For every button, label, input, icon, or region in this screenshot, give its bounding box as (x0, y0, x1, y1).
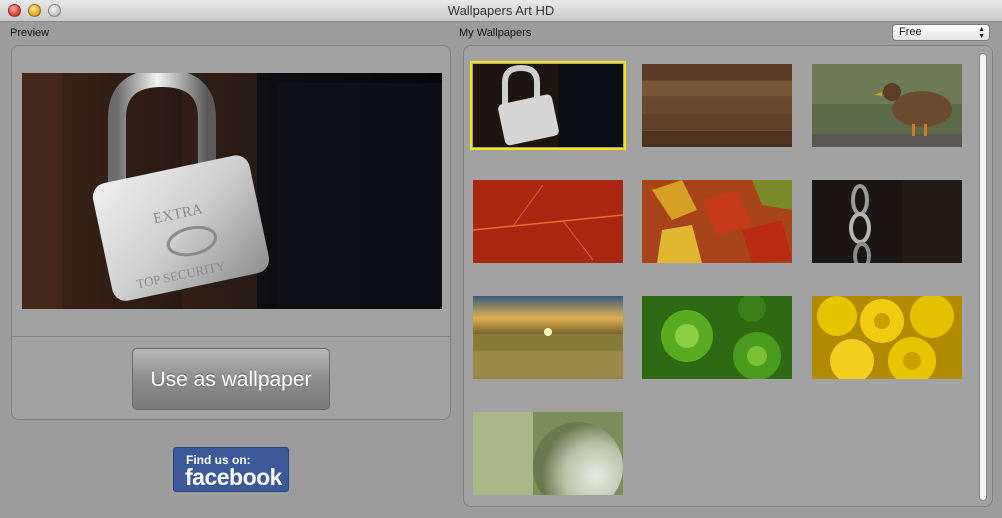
title-bar: Wallpapers Art HD (0, 0, 1002, 22)
wallpaper-thumb-autumn-leaves[interactable] (642, 180, 792, 263)
wallpaper-thumb-wood-planks[interactable] (642, 64, 792, 147)
wallpaper-thumb-yellow-roses[interactable] (812, 296, 962, 379)
use-as-wallpaper-button[interactable]: Use as wallpaper (132, 348, 330, 410)
wallpapers-scrollbar[interactable] (975, 50, 990, 505)
wallpaper-filter-select[interactable]: Free ▲ ▼ (892, 24, 990, 41)
wallpapers-panel (463, 45, 993, 507)
window-title: Wallpapers Art HD (447, 3, 555, 18)
wallpaper-thumb-padlock[interactable] (470, 61, 626, 150)
up-down-arrows-icon: ▲ ▼ (978, 26, 985, 40)
scrollbar-thumb[interactable] (979, 53, 987, 501)
preview-label: Preview (10, 27, 50, 39)
preview-image: EXTRA TOP SECURITY (22, 73, 442, 309)
my-wallpapers-label: My Wallpapers (459, 27, 532, 39)
preview-divider (12, 336, 450, 337)
preview-panel: EXTRA TOP SECURITY Use as wallpaper (11, 45, 451, 420)
wallpaper-thumb-white-flower[interactable] (473, 412, 623, 495)
wallpaper-filter-value: Free (899, 26, 922, 38)
wallpaper-thumb-chain[interactable] (812, 180, 962, 263)
wallpaper-thumb-succulents[interactable] (642, 296, 792, 379)
facebook-link[interactable]: Find us on: facebook (173, 447, 289, 492)
facebook-line2: facebook (185, 464, 282, 490)
wallpaper-thumb-sunset-field[interactable] (473, 296, 623, 379)
wallpaper-thumb-red-leaf[interactable] (473, 180, 623, 263)
wallpaper-thumb-duck[interactable] (812, 64, 962, 147)
